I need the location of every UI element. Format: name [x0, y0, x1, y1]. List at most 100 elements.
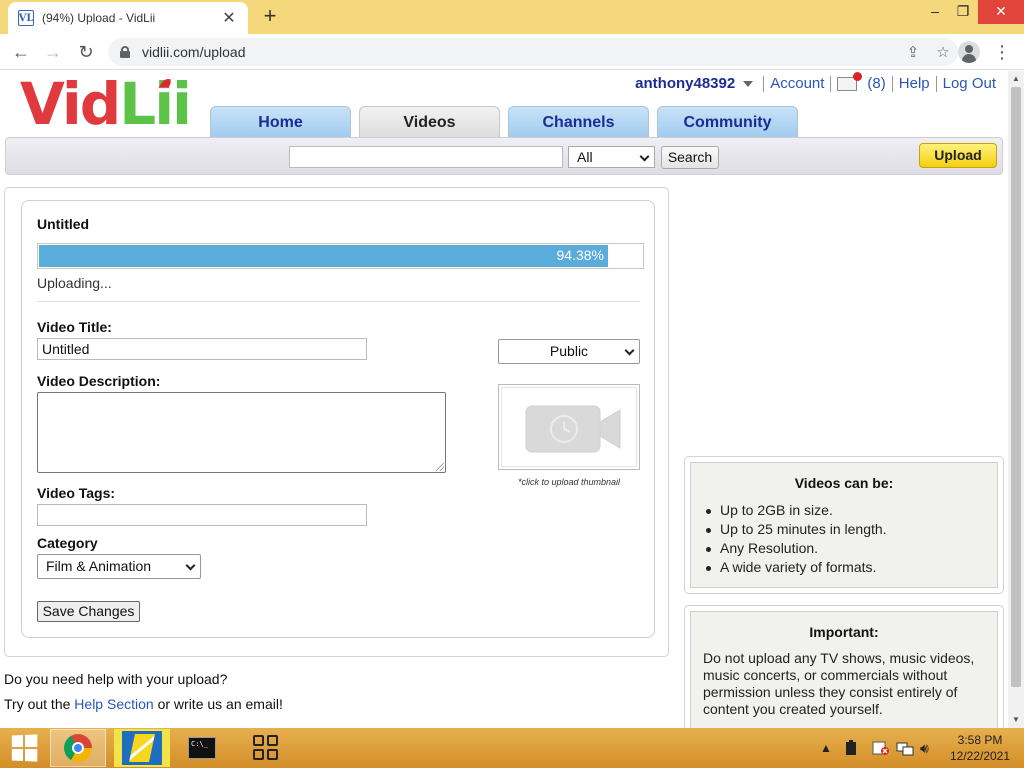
browser-toolbar: ← → ↻ vidlii.com/upload ⇪ ☆ ⋮ — [0, 34, 1024, 70]
task-view-icon — [253, 735, 279, 761]
videos-can-be-list: Up to 2GB in size. Up to 25 minutes in l… — [691, 501, 997, 577]
nav-tab-videos[interactable]: Videos — [359, 106, 500, 138]
list-item: A wide variety of formats. — [706, 558, 997, 577]
help-link[interactable]: Help — [899, 75, 930, 92]
nav-tab-community[interactable]: Community — [657, 106, 798, 138]
network-icon[interactable] — [896, 728, 914, 768]
help-question: Do you need help with your upload? — [4, 671, 228, 687]
logout-link[interactable]: Log Out — [943, 75, 996, 92]
video-camera-icon — [525, 405, 621, 453]
tray-overflow-icon[interactable]: ▲ — [820, 728, 832, 768]
search-button[interactable]: Search — [661, 146, 719, 169]
upload-status: Uploading... — [37, 275, 112, 291]
category-value: Film & Animation — [46, 558, 152, 574]
username-link[interactable]: anthony48392 — [635, 75, 735, 92]
divider — [891, 75, 893, 92]
tab-close-icon[interactable]: ✕ — [220, 8, 238, 28]
save-changes-button[interactable]: Save Changes — [37, 601, 140, 622]
thumbnail-frame — [501, 387, 637, 467]
command-prompt-icon: C:\_ — [188, 737, 216, 759]
upload-progress-bar: 94.38% — [37, 243, 644, 269]
help-section-link[interactable]: Help Section — [74, 696, 153, 712]
inbox-count-link[interactable]: (8) — [867, 75, 885, 92]
videos-can-be-panel: Videos can be: Up to 2GB in size. Up to … — [684, 456, 1004, 594]
volume-icon[interactable]: 🔊︎ — [920, 728, 929, 768]
browser-menu-icon[interactable]: ⋮ — [992, 40, 1012, 64]
progress-percent: 94.38% — [556, 247, 604, 263]
thumbnail-upload-button[interactable] — [498, 384, 640, 470]
video-description-textarea[interactable] — [37, 392, 446, 473]
nav-tab-home[interactable]: Home — [210, 106, 351, 138]
taskbar-task-view[interactable] — [238, 729, 294, 767]
important-box: Important: Do not upload any TV shows, m… — [690, 611, 998, 728]
scroll-up-arrow-icon[interactable]: ▲ — [1008, 71, 1024, 87]
scrollbar-thumb[interactable] — [1011, 87, 1021, 687]
tab-title: (94%) Upload - VidLii — [42, 11, 156, 25]
mail-icon[interactable] — [837, 71, 863, 91]
chevron-down-icon — [639, 151, 650, 162]
divider — [830, 75, 832, 92]
search-scope-value: All — [577, 149, 593, 165]
video-title-label: Video Title: — [37, 319, 112, 335]
videos-can-be-box: Videos can be: Up to 2GB in size. Up to … — [690, 462, 998, 588]
logo-text-lii: Lii — [119, 71, 192, 138]
start-button[interactable] — [0, 729, 48, 767]
search-input[interactable] — [289, 146, 563, 168]
scroll-down-arrow-icon[interactable]: ▼ — [1008, 712, 1024, 728]
logo-text-vid: Vid — [20, 71, 121, 138]
video-tags-label: Video Tags: — [37, 485, 116, 501]
search-bar: All Search Upload — [5, 137, 1003, 175]
taskbar-chrome[interactable] — [50, 729, 106, 767]
window-close-button[interactable]: ✕ — [978, 0, 1024, 24]
vidlii-favicon-icon: VL — [18, 10, 34, 26]
profile-avatar-icon[interactable] — [958, 41, 980, 63]
back-arrow-icon[interactable]: ← — [9, 40, 33, 64]
browser-tab[interactable]: VL (94%) Upload - VidLii ✕ — [8, 2, 248, 34]
restore-button[interactable]: ❐ — [948, 0, 978, 24]
reload-icon[interactable]: ↻ — [74, 40, 98, 64]
santa-hat-icon — [156, 78, 176, 92]
taskbar-video-editor[interactable] — [114, 729, 170, 767]
help-hint-prefix: Try out the — [4, 696, 75, 712]
taskbar-command-prompt[interactable]: C:\_ — [174, 729, 230, 767]
chevron-down-icon[interactable] — [743, 80, 754, 87]
battery-icon[interactable] — [844, 728, 858, 768]
bookmark-star-icon[interactable]: ☆ — [928, 43, 958, 61]
upload-panel: Untitled 94.38% Uploading... Video Title… — [4, 187, 669, 657]
new-tab-button[interactable]: + — [258, 4, 282, 28]
important-title: Important: — [809, 624, 879, 640]
action-center-icon[interactable] — [872, 728, 890, 768]
video-editor-icon — [122, 731, 162, 765]
video-title-input[interactable]: Untitled — [37, 338, 367, 360]
search-scope-select[interactable]: All — [568, 146, 655, 168]
privacy-select[interactable]: Public — [498, 339, 640, 364]
lock-icon — [120, 46, 130, 58]
category-select[interactable]: Film & Animation — [37, 554, 201, 579]
account-link[interactable]: Account — [770, 75, 824, 92]
forward-arrow-icon[interactable]: → — [41, 40, 65, 64]
divider — [763, 75, 765, 92]
vidlii-logo[interactable]: VidLii — [20, 71, 192, 138]
address-bar[interactable]: vidlii.com/upload ⇪ ☆ — [108, 38, 958, 66]
divider — [37, 301, 640, 302]
nav-tab-channels[interactable]: Channels — [508, 106, 649, 138]
category-label: Category — [37, 535, 98, 551]
list-item: Any Resolution. — [706, 539, 997, 558]
important-text: Do not upload any TV shows, music videos… — [703, 650, 975, 717]
divider — [935, 75, 937, 92]
page-viewport: VidLii anthony48392 Account (8) Help Log… — [0, 71, 1008, 728]
chevron-down-icon — [185, 560, 196, 571]
share-icon[interactable]: ⇪ — [898, 43, 928, 61]
windows-taskbar: C:\_ ▲ 🔊︎ 3:58 PM 12/22/2021 — [0, 728, 1024, 768]
page-scrollbar[interactable]: ▲ ▼ — [1008, 71, 1024, 728]
clock-time: 3:58 PM — [957, 733, 1003, 747]
resize-handle-icon[interactable] — [436, 463, 444, 471]
upload-button[interactable]: Upload — [919, 143, 997, 168]
video-tags-input[interactable] — [37, 504, 367, 526]
windows-logo-icon — [11, 734, 38, 762]
address-url[interactable]: vidlii.com/upload — [142, 44, 898, 60]
system-clock[interactable]: 3:58 PM 12/22/2021 — [944, 732, 1016, 764]
minimize-button[interactable]: – — [920, 0, 950, 24]
user-menu: anthony48392 Account (8) Help Log Out — [635, 71, 996, 92]
list-item: Up to 25 minutes in length. — [706, 520, 997, 539]
